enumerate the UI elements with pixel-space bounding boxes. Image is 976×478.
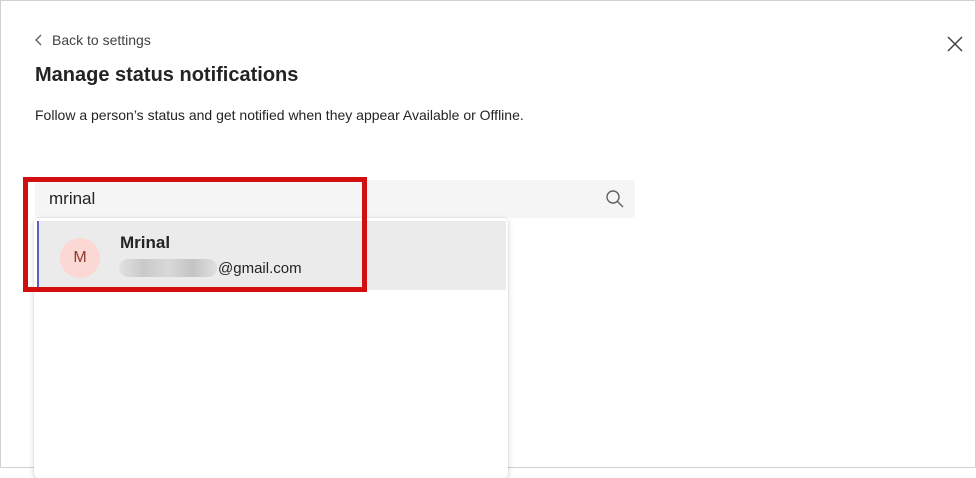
page-title: Manage status notifications bbox=[35, 64, 299, 86]
search-box[interactable] bbox=[35, 180, 635, 218]
email-domain: @gmail.com bbox=[218, 259, 302, 277]
chevron-left-icon bbox=[34, 33, 44, 47]
search-results-dropdown: M Mrinal @gmail.com bbox=[34, 218, 508, 478]
back-link-label: Back to settings bbox=[52, 32, 151, 48]
avatar: M bbox=[60, 238, 100, 278]
back-to-settings-link[interactable]: Back to settings bbox=[34, 32, 151, 48]
close-button[interactable] bbox=[945, 34, 965, 54]
dialog-panel: Back to settings Manage status notificat… bbox=[0, 0, 976, 478]
search-icon[interactable] bbox=[605, 189, 625, 209]
search-result-item[interactable]: M Mrinal @gmail.com bbox=[37, 221, 506, 290]
redacted-email-blur bbox=[119, 259, 217, 277]
result-email: @gmail.com bbox=[119, 259, 302, 277]
close-icon bbox=[945, 34, 965, 54]
search-input[interactable] bbox=[49, 180, 589, 218]
result-name: Mrinal bbox=[120, 233, 171, 252]
page-description: Follow a person’s status and get notifie… bbox=[35, 107, 524, 123]
